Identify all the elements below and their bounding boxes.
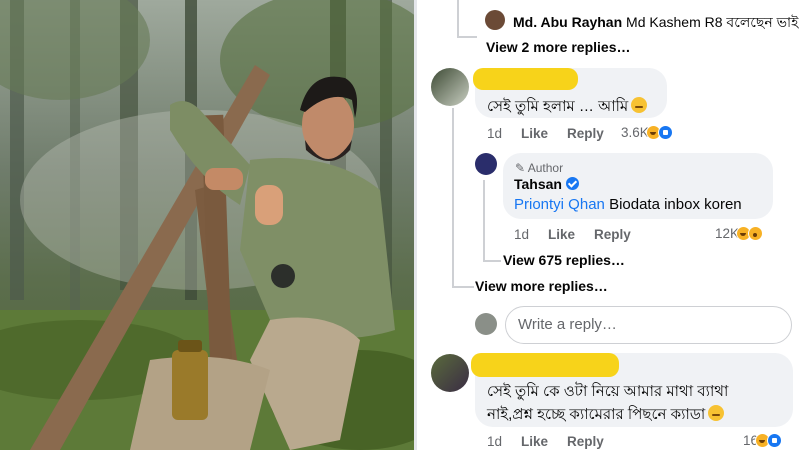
current-user-avatar (475, 313, 497, 335)
thread-line (483, 260, 501, 262)
pleading-face-icon (631, 97, 648, 113)
thread-line (457, 0, 459, 38)
verified-badge-icon (565, 177, 579, 190)
reply-author[interactable]: Md. Abu Rayhan (513, 14, 622, 30)
comment2-reaction-summary[interactable]: 16 (743, 433, 783, 448)
thread-line (452, 286, 474, 288)
write-reply-placeholder: Write a reply… (518, 316, 617, 333)
reaction-summary[interactable]: 3.6K (621, 125, 673, 140)
redacted-name (473, 68, 578, 90)
mention-link[interactable]: Priontyi Qhan (514, 196, 605, 213)
reply-avatar[interactable] (485, 10, 505, 30)
reply-reaction-summary[interactable]: 12K (715, 226, 764, 241)
author-name-label: Tahsan (514, 176, 562, 192)
thread-line (452, 108, 454, 288)
comment2-like-button[interactable]: Like (521, 434, 548, 449)
reply-content: Priontyi Qhan Biodata inbox koren (514, 196, 742, 213)
write-reply-input[interactable]: Write a reply… (505, 306, 792, 344)
reply-like-button[interactable]: Like (548, 227, 575, 242)
comment2-reply-button[interactable]: Reply (567, 434, 604, 449)
comment2-line2: নাই,প্রশ্ন হচ্ছে ক্যামেরার পিছনে ক্যাডা (487, 403, 725, 428)
thread-line (457, 36, 477, 38)
reply-button[interactable]: Reply (567, 126, 604, 141)
comment-text-content: সেই তুমি হলাম … আমি (487, 98, 629, 115)
author-badge: ✎ Author (515, 161, 564, 175)
post-photo[interactable] (0, 0, 414, 450)
comment2-time[interactable]: 1d (487, 434, 502, 449)
comment2-line2-text: নাই,প্রশ্ন হচ্ছে ক্যামেরার পিছনে ক্যাডা (487, 406, 706, 423)
like-reaction-icon (657, 125, 673, 140)
forest-scene-image (0, 0, 414, 450)
comment2-line1: সেই তুমি কে ওটা নিয়ে আমার মাথা ব্যাথা (487, 383, 729, 400)
author-avatar[interactable] (475, 153, 497, 175)
like-reaction-icon (767, 433, 783, 448)
comment-time[interactable]: 1d (487, 126, 502, 141)
reply-text: Md Kashem R8 বলেছেন ভাই (626, 14, 799, 30)
view-more-replies-link[interactable]: View 2 more replies… (486, 39, 630, 55)
wow-reaction-icon (748, 226, 764, 241)
commenter-avatar-2[interactable] (431, 354, 469, 392)
comment-text: সেই তুমি হলাম … আমি (487, 95, 648, 120)
reply-time[interactable]: 1d (514, 227, 529, 242)
reply-reply-button[interactable]: Reply (594, 227, 631, 242)
redacted-name-2 (471, 353, 619, 377)
reply-text-top: Md. Abu Rayhan Md Kashem R8 বলেছেন ভাই (513, 11, 798, 35)
comment-thread: Md. Abu Rayhan Md Kashem R8 বলেছেন ভাই V… (417, 0, 800, 450)
like-button[interactable]: Like (521, 126, 548, 141)
unamused-face-icon (708, 405, 725, 421)
view-675-replies-link[interactable]: View 675 replies… (503, 252, 625, 268)
author-name[interactable]: Tahsan (514, 176, 579, 192)
author-badge-label: Author (527, 161, 564, 175)
commenter-avatar[interactable] (431, 68, 469, 106)
reply-content-text: Biodata inbox koren (609, 196, 742, 213)
reaction-count: 3.6K (621, 125, 649, 140)
view-more-replies-link[interactable]: View more replies… (475, 278, 608, 294)
thread-line (483, 180, 485, 262)
